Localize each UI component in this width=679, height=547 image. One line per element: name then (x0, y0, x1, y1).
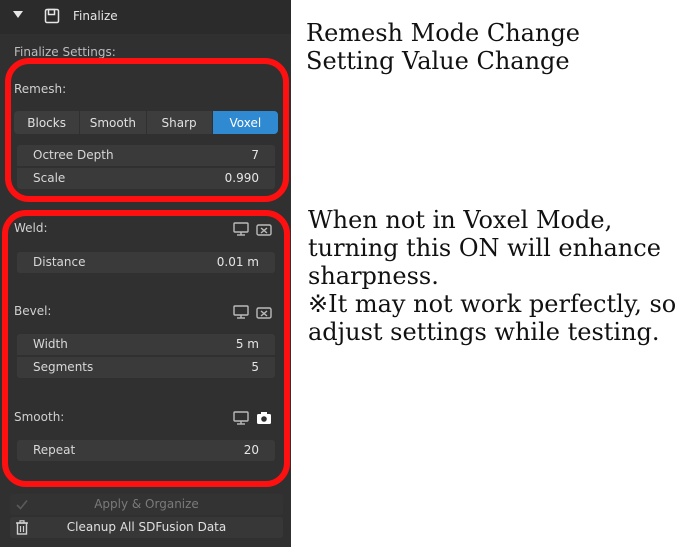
postprocess-highlight-outline (2, 210, 290, 487)
collapse-arrow-icon[interactable] (13, 11, 23, 18)
annotation-note-remesh: Remesh Mode Change Setting Value Change (306, 19, 581, 75)
apply-organize-label: Apply & Organize (94, 497, 199, 511)
apply-organize-button[interactable]: Apply & Organize (10, 494, 283, 515)
panel-title: Finalize (73, 9, 118, 23)
save-icon (44, 8, 60, 24)
annotation-note-sharpness: When not in Voxel Mode, turning this ON … (308, 206, 677, 346)
settings-label: Finalize Settings: (14, 45, 116, 59)
cleanup-label: Cleanup All SDFusion Data (66, 520, 227, 534)
remesh-highlight-outline (5, 58, 289, 202)
panel-header[interactable]: Finalize (0, 0, 291, 34)
cleanup-button[interactable]: Cleanup All SDFusion Data (10, 517, 283, 538)
